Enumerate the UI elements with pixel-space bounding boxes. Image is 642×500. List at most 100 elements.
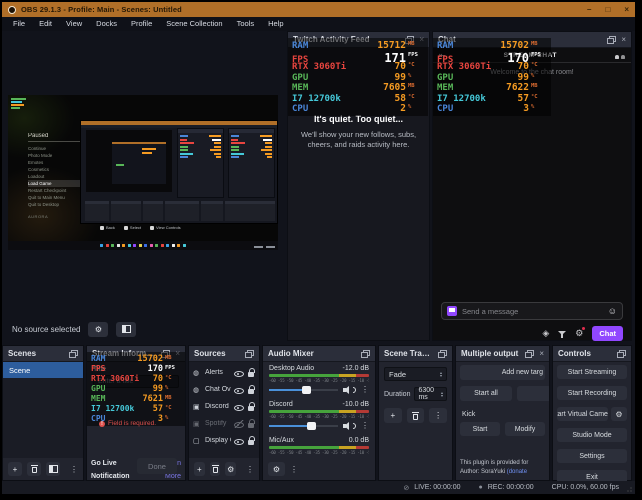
chat-settings-icon[interactable]: ⚙ xyxy=(575,328,583,339)
volume-slider[interactable] xyxy=(269,389,338,391)
add-source-button[interactable]: + xyxy=(194,462,205,476)
source-row[interactable]: Alerts xyxy=(189,364,259,381)
close-dock-icon[interactable]: × xyxy=(539,346,544,362)
output-target-label: Kick xyxy=(462,411,545,418)
mixer-more-button[interactable]: ⋮ xyxy=(290,465,298,474)
duration-spinbox[interactable]: 6300 ms ▴▾ xyxy=(414,387,447,401)
mute-toggle-icon[interactable] xyxy=(343,386,352,394)
source-properties-button[interactable]: ⚙ xyxy=(225,462,236,476)
source-filters-button[interactable] xyxy=(116,322,136,337)
lock-toggle-icon[interactable] xyxy=(247,402,255,411)
transition-select[interactable]: Fade ▴▾ xyxy=(384,367,447,381)
advanced-audio-button[interactable]: ⚙ xyxy=(268,462,285,476)
notification-more-link[interactable]: More xyxy=(165,473,181,480)
trash-icon xyxy=(31,465,38,473)
stat-value: 70 xyxy=(491,61,529,72)
source-more-button[interactable]: ⋮ xyxy=(246,465,254,474)
visibility-toggle-icon[interactable] xyxy=(234,403,244,411)
scene-more-button[interactable]: ⋮ xyxy=(70,465,78,474)
start-virtual-camera-button[interactable]: Start Virtual Camera xyxy=(557,407,608,421)
start-target-button[interactable]: Start xyxy=(460,422,500,436)
close-dock-icon[interactable]: × xyxy=(621,32,626,48)
mute-toggle-icon[interactable] xyxy=(343,422,352,430)
send-chat-button[interactable]: Chat xyxy=(592,326,623,341)
settings-button[interactable]: Settings xyxy=(557,449,627,463)
donate-link[interactable]: (donate xyxy=(507,469,527,475)
popout-icon[interactable] xyxy=(438,350,447,358)
add-transition-button[interactable]: + xyxy=(384,408,402,423)
obs-window: OBS 29.1.3 - Profile: Main - Scenes: Unt… xyxy=(2,2,635,494)
start-all-button[interactable]: Start all xyxy=(460,386,512,401)
lock-toggle-icon[interactable] xyxy=(247,436,255,445)
popout-icon[interactable] xyxy=(617,350,626,358)
chat-message-input[interactable]: Send a message ☺ xyxy=(441,302,623,320)
sources-dock-titlebar[interactable]: Sources xyxy=(189,346,259,362)
remove-transition-button[interactable] xyxy=(407,408,425,423)
popout-icon[interactable] xyxy=(525,350,534,358)
modify-target-button[interactable]: Modify xyxy=(505,422,545,436)
transition-properties-button[interactable]: ⋮ xyxy=(429,408,447,423)
ingame-osd-stats xyxy=(11,98,26,110)
multiple-output-dock-titlebar[interactable]: Multiple output × xyxy=(456,346,549,362)
resize-grip[interactable] xyxy=(627,486,633,492)
stat-label: I7 12700k xyxy=(292,94,341,104)
viewer-list-icon[interactable] xyxy=(615,51,625,59)
lock-toggle-icon[interactable] xyxy=(247,385,255,394)
add-target-button[interactable]: Add new targ xyxy=(460,365,545,380)
source-properties-button[interactable]: ⚙ xyxy=(88,322,108,337)
source-type-icon xyxy=(193,369,202,377)
volume-slider[interactable] xyxy=(269,425,338,427)
minimize-button[interactable]: – xyxy=(587,2,591,17)
volume-meter xyxy=(269,446,369,449)
add-scene-button[interactable]: + xyxy=(8,462,22,476)
menu-item[interactable]: Docks xyxy=(89,17,124,31)
menu-item[interactable]: View xyxy=(59,17,89,31)
visibility-toggle-icon[interactable] xyxy=(234,386,244,394)
source-label: Discord xyxy=(205,403,231,410)
lock-toggle-icon[interactable] xyxy=(247,368,255,377)
channel-options-button[interactable]: ⋮ xyxy=(361,421,369,430)
remove-scene-button[interactable] xyxy=(27,462,41,476)
menu-item[interactable]: Help xyxy=(261,17,290,31)
activity-feed-description: We'll show your new follows, subs, cheer… xyxy=(288,130,429,150)
visibility-toggle-icon[interactable] xyxy=(234,437,244,445)
virtual-camera-settings-button[interactable]: ⚙ xyxy=(611,407,627,421)
source-row[interactable]: Chat Over... xyxy=(189,381,259,398)
source-row[interactable]: Spotify xyxy=(189,415,259,432)
popout-icon[interactable] xyxy=(245,350,254,358)
chat-filter-icon[interactable] xyxy=(558,330,566,338)
menu-item[interactable]: File xyxy=(6,17,32,31)
source-row[interactable]: Display Ca... xyxy=(189,432,259,449)
stop-all-button[interactable] xyxy=(517,386,549,401)
popout-icon[interactable] xyxy=(607,36,616,44)
start-streaming-button[interactable]: Start Streaming xyxy=(557,365,627,379)
menu-item[interactable]: Profile xyxy=(124,17,159,31)
controls-dock-titlebar[interactable]: Controls xyxy=(553,346,631,362)
menu-item[interactable]: Edit xyxy=(32,17,59,31)
transitions-dock-titlebar[interactable]: Scene Transitions xyxy=(379,346,452,362)
scene-filters-button[interactable] xyxy=(46,462,60,476)
channel-options-button[interactable]: ⋮ xyxy=(361,385,369,394)
emote-picker-icon[interactable]: ☺ xyxy=(608,306,617,316)
menu-item[interactable]: Tools xyxy=(230,17,262,31)
start-recording-button[interactable]: Start Recording xyxy=(557,386,627,400)
popout-icon[interactable] xyxy=(361,350,370,358)
scenes-dock-titlebar[interactable]: Scenes xyxy=(3,346,83,362)
source-row[interactable]: Discord xyxy=(189,398,259,415)
lock-toggle-icon[interactable] xyxy=(247,419,255,428)
maximize-button[interactable]: □ xyxy=(605,2,610,17)
audio-mixer-dock-titlebar[interactable]: Audio Mixer xyxy=(263,346,375,362)
visibility-toggle-icon[interactable] xyxy=(234,369,244,377)
stat-row: GPU 99 % xyxy=(292,72,424,83)
preview-canvas[interactable]: Paused ContinuePhoto ModeEmotesCosmetics… xyxy=(8,95,278,250)
studio-mode-button[interactable]: Studio Mode xyxy=(557,428,627,442)
popout-icon[interactable] xyxy=(69,350,78,358)
menu-item[interactable]: Scene Collection xyxy=(159,17,229,31)
window-titlebar[interactable]: OBS 29.1.3 - Profile: Main - Scenes: Unt… xyxy=(2,2,635,17)
done-button[interactable]: Done xyxy=(137,458,177,474)
close-button[interactable]: × xyxy=(624,2,629,17)
scene-list-item[interactable]: Scene xyxy=(3,362,83,378)
visibility-toggle-icon[interactable] xyxy=(234,420,244,428)
remove-source-button[interactable] xyxy=(210,462,221,476)
channel-points-icon[interactable]: ◈ xyxy=(542,328,549,339)
